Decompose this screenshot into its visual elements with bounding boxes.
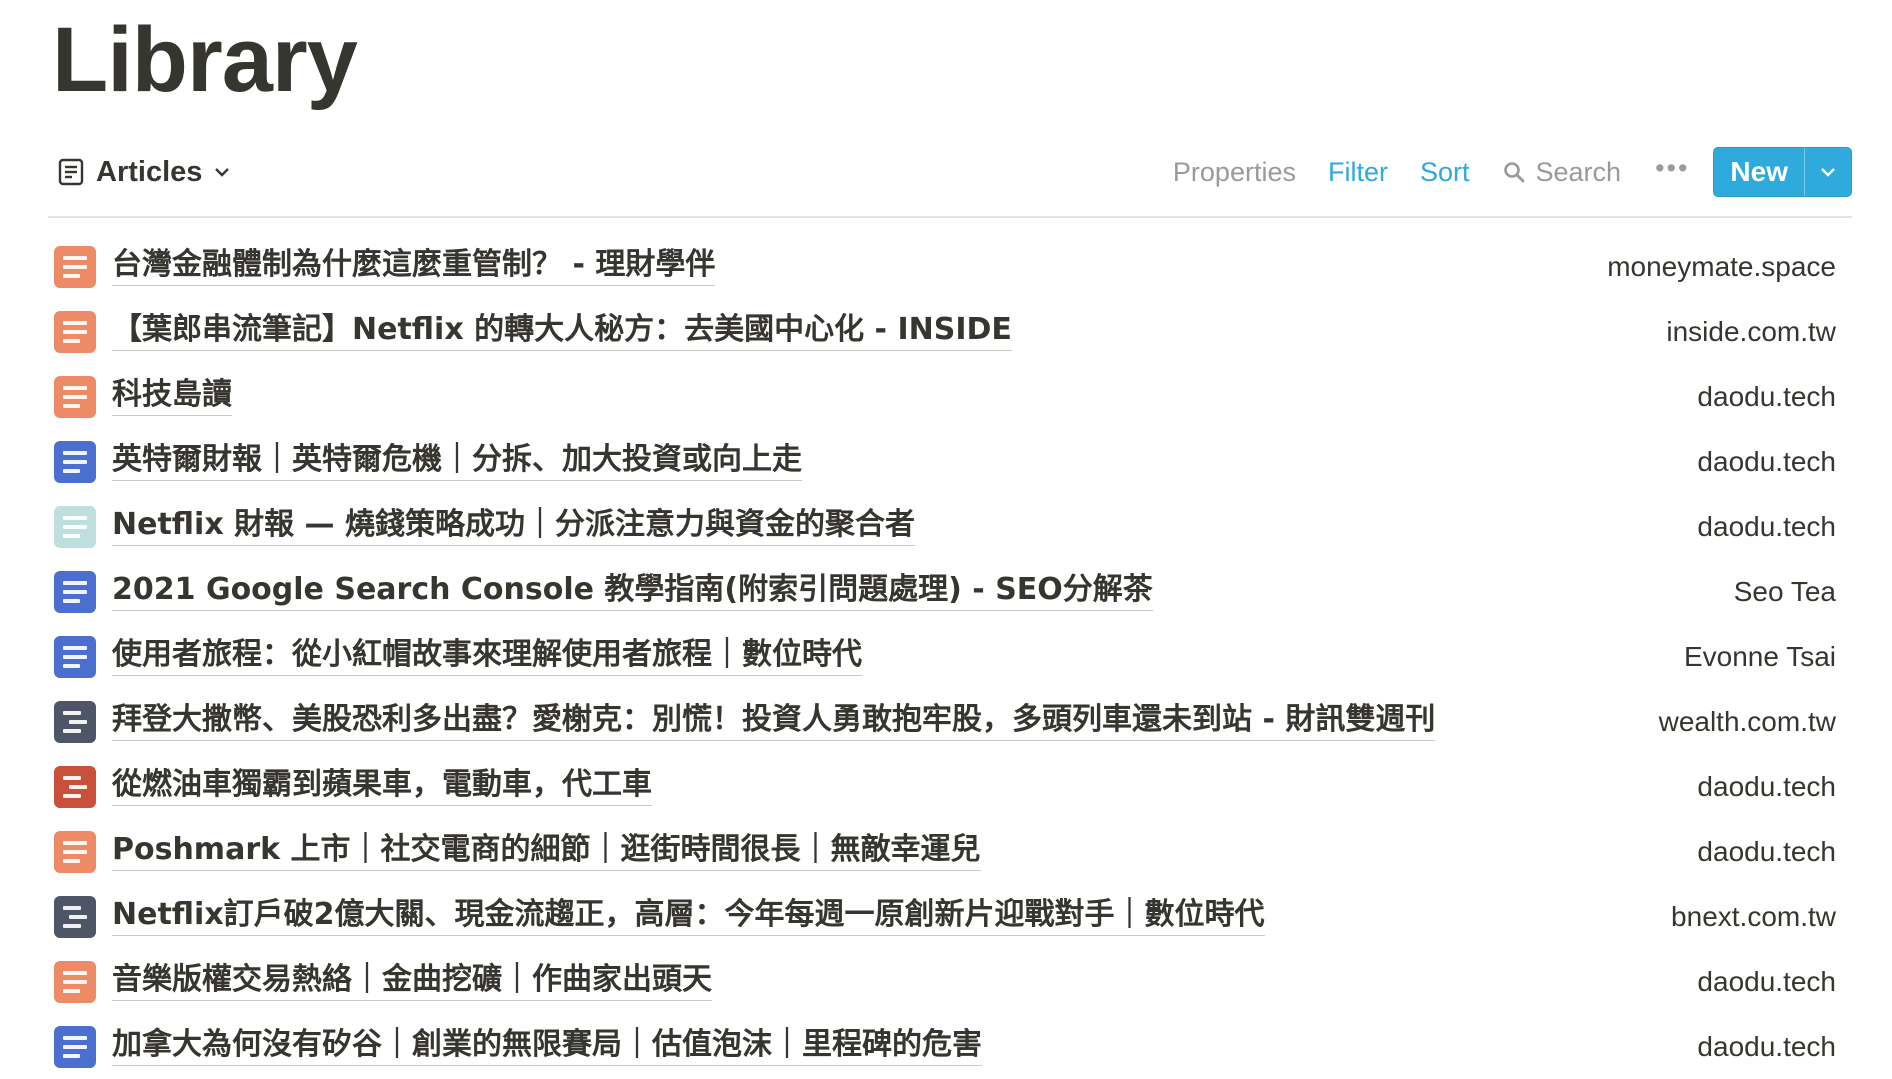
article-title-link[interactable]: Netflix訂戶破2億大關、現金流趨正，高層：今年每週一原創新片迎戰對手｜數位… bbox=[112, 897, 1265, 936]
list-item-main: 音樂版權交易熱絡｜金曲挖礦｜作曲家出頭天 bbox=[48, 960, 712, 1003]
search-label: Search bbox=[1535, 156, 1622, 187]
article-title-link[interactable]: 拜登大撒幣、美股恐利多出盡？愛榭克：別慌！投資人勇敢抱牢股，多頭列車還未到站 -… bbox=[112, 702, 1436, 741]
document-icon bbox=[54, 895, 96, 938]
article-title-link[interactable]: 音樂版權交易熱絡｜金曲挖礦｜作曲家出頭天 bbox=[112, 962, 712, 1001]
article-source: daodu.tech bbox=[1697, 965, 1836, 997]
toolbar-actions: Properties Filter Sort Search ••• New bbox=[1157, 147, 1852, 197]
list-item[interactable]: 2021 Google Search Console 教學指南(附索引問題處理)… bbox=[48, 559, 1844, 624]
view-label: Articles bbox=[96, 155, 203, 188]
new-button-group: New bbox=[1713, 147, 1852, 197]
list-item-main: 台灣金融體制為什麼這麼重管制？ - 理財學伴 bbox=[48, 245, 716, 288]
document-icon bbox=[54, 440, 96, 483]
list-item[interactable]: 加拿大為何沒有矽谷｜創業的無限賽局｜估值泡沫｜里程碑的危害 daodu.tech bbox=[48, 1014, 1844, 1079]
list-item[interactable]: 拜登大撒幣、美股恐利多出盡？愛榭克：別慌！投資人勇敢抱牢股，多頭列車還未到站 -… bbox=[48, 689, 1844, 754]
document-icon bbox=[54, 960, 96, 1003]
list-item-main: 2021 Google Search Console 教學指南(附索引問題處理)… bbox=[48, 570, 1153, 613]
article-source: wealth.com.tw bbox=[1658, 705, 1836, 737]
article-source: daodu.tech bbox=[1697, 445, 1836, 477]
document-icon bbox=[54, 505, 96, 548]
list-item-main: 英特爾財報｜英特爾危機｜分拆、加大投資或向上走 bbox=[48, 440, 802, 483]
chevron-down-icon bbox=[1821, 168, 1835, 177]
list-item[interactable]: Netflix 財報 — 燒錢策略成功｜分派注意力與資金的聚合者 daodu.te… bbox=[48, 494, 1844, 559]
list-item[interactable]: 英特爾財報｜英特爾危機｜分拆、加大投資或向上走 daodu.tech bbox=[48, 429, 1844, 494]
article-source: Evonne Tsai bbox=[1683, 640, 1836, 672]
document-icon bbox=[54, 765, 96, 808]
article-title-link[interactable]: Netflix 財報 — 燒錢策略成功｜分派注意力與資金的聚合者 bbox=[112, 507, 915, 546]
article-title-link[interactable]: 台灣金融體制為什麼這麼重管制？ - 理財學伴 bbox=[112, 247, 716, 286]
new-button[interactable]: New bbox=[1714, 148, 1804, 196]
list-item-main: Netflix訂戶破2億大關、現金流趨正，高層：今年每週一原創新片迎戰對手｜數位… bbox=[48, 895, 1265, 938]
article-title-link[interactable]: 科技島讀 bbox=[112, 377, 232, 416]
list-item[interactable]: 【葉郎串流筆記】Netflix 的轉大人秘方：去美國中心化 - INSIDE in… bbox=[48, 299, 1844, 364]
new-dropdown-button[interactable] bbox=[1804, 148, 1851, 196]
article-title-link[interactable]: 使用者旅程：從小紅帽故事來理解使用者旅程｜數位時代 bbox=[112, 637, 862, 676]
list-item-main: Poshmark 上市｜社交電商的細節｜逛街時間很長｜無敵幸運兒 bbox=[48, 830, 981, 873]
list-item-main: Netflix 財報 — 燒錢策略成功｜分派注意力與資金的聚合者 bbox=[48, 505, 915, 548]
more-options-button[interactable]: ••• bbox=[1637, 151, 1707, 194]
list-item-main: 從燃油車獨霸到蘋果車，電動車，代工車 bbox=[48, 765, 652, 808]
document-icon bbox=[54, 830, 96, 873]
article-title-link[interactable]: 加拿大為何沒有矽谷｜創業的無限賽局｜估值泡沫｜里程碑的危害 bbox=[112, 1027, 982, 1066]
document-icon bbox=[54, 570, 96, 613]
article-source: daodu.tech bbox=[1697, 510, 1836, 542]
article-title-link[interactable]: 英特爾財報｜英特爾危機｜分拆、加大投資或向上走 bbox=[112, 442, 802, 481]
article-source: Seo Tea bbox=[1733, 575, 1836, 607]
article-list: 台灣金融體制為什麼這麼重管制？ - 理財學伴 moneymate.space 【葉郎… bbox=[48, 234, 1844, 1079]
list-item-main: 加拿大為何沒有矽谷｜創業的無限賽局｜估值泡沫｜里程碑的危害 bbox=[48, 1025, 982, 1068]
list-item[interactable]: 從燃油車獨霸到蘋果車，電動車，代工車 daodu.tech bbox=[48, 754, 1844, 819]
list-item-main: 拜登大撒幣、美股恐利多出盡？愛榭克：別慌！投資人勇敢抱牢股，多頭列車還未到站 -… bbox=[48, 700, 1436, 743]
article-title-link[interactable]: 【葉郎串流筆記】Netflix 的轉大人秘方：去美國中心化 - INSIDE bbox=[112, 312, 1012, 351]
document-icon bbox=[54, 310, 96, 353]
document-icon bbox=[54, 635, 96, 678]
properties-button[interactable]: Properties bbox=[1157, 151, 1312, 194]
list-item[interactable]: Netflix訂戶破2億大關、現金流趨正，高層：今年每週一原創新片迎戰對手｜數位… bbox=[48, 884, 1844, 949]
list-item-main: 【葉郎串流筆記】Netflix 的轉大人秘方：去美國中心化 - INSIDE bbox=[48, 310, 1012, 353]
document-icon bbox=[54, 1025, 96, 1068]
article-source: daodu.tech bbox=[1697, 380, 1836, 412]
filter-button[interactable]: Filter bbox=[1312, 151, 1404, 194]
sort-button[interactable]: Sort bbox=[1404, 151, 1486, 194]
page-title: Library bbox=[52, 9, 358, 111]
table-view-icon bbox=[58, 158, 84, 186]
article-source: daodu.tech bbox=[1697, 835, 1836, 867]
article-source: inside.com.tw bbox=[1666, 315, 1836, 347]
article-source: bnext.com.tw bbox=[1671, 900, 1836, 932]
article-title-link[interactable]: 2021 Google Search Console 教學指南(附索引問題處理)… bbox=[112, 572, 1153, 611]
document-icon bbox=[54, 245, 96, 288]
document-icon bbox=[54, 375, 96, 418]
article-title-link[interactable]: Poshmark 上市｜社交電商的細節｜逛街時間很長｜無敵幸運兒 bbox=[112, 832, 981, 871]
document-icon bbox=[54, 700, 96, 743]
search-icon bbox=[1502, 160, 1526, 184]
toolbar-divider bbox=[48, 216, 1852, 218]
view-selector[interactable]: Articles bbox=[48, 152, 240, 193]
list-item[interactable]: 科技島讀 daodu.tech bbox=[48, 364, 1844, 429]
article-title-link[interactable]: 從燃油車獨霸到蘋果車，電動車，代工車 bbox=[112, 767, 652, 806]
article-source: daodu.tech bbox=[1697, 770, 1836, 802]
list-item-main: 科技島讀 bbox=[48, 375, 232, 418]
list-item[interactable]: 台灣金融體制為什麼這麼重管制？ - 理財學伴 moneymate.space bbox=[48, 234, 1844, 299]
list-item[interactable]: 使用者旅程：從小紅帽故事來理解使用者旅程｜數位時代 Evonne Tsai bbox=[48, 624, 1844, 689]
list-item[interactable]: Poshmark 上市｜社交電商的細節｜逛街時間很長｜無敵幸運兒 daodu.te… bbox=[48, 819, 1844, 884]
article-source: daodu.tech bbox=[1697, 1030, 1836, 1062]
search-button[interactable]: Search bbox=[1486, 151, 1638, 194]
list-item[interactable]: 音樂版權交易熱絡｜金曲挖礦｜作曲家出頭天 daodu.tech bbox=[48, 949, 1844, 1014]
article-source: moneymate.space bbox=[1607, 250, 1836, 282]
chevron-down-icon bbox=[214, 166, 230, 178]
list-item-main: 使用者旅程：從小紅帽故事來理解使用者旅程｜數位時代 bbox=[48, 635, 862, 678]
database-toolbar: Articles Properties Filter Sort Search •… bbox=[48, 146, 1852, 198]
